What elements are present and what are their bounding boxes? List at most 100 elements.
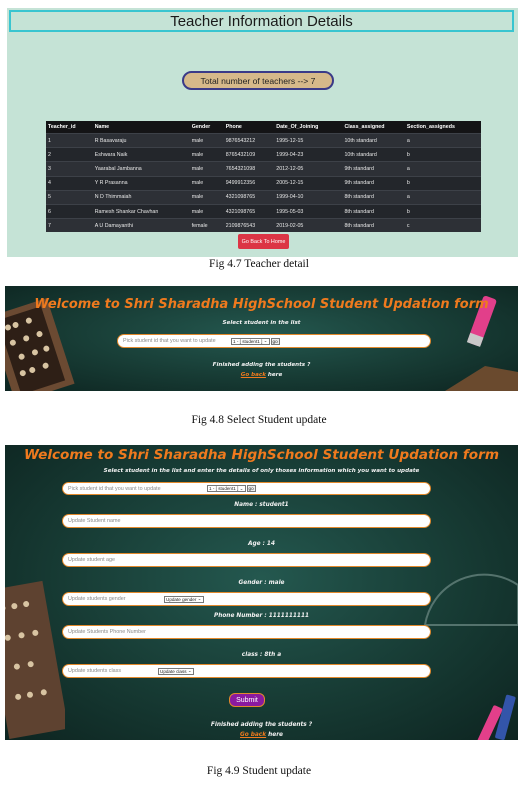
table-cell: 8th standard	[342, 189, 405, 205]
table-cell: 6	[46, 203, 93, 219]
go-back-home-button[interactable]: Go Back To Home	[238, 234, 289, 249]
go-back-link[interactable]: Go back	[241, 372, 266, 378]
student-select[interactable]: 1 - [ student1 ] ⌄	[207, 485, 246, 492]
table-header-row: Teacher_id Name Gender Phone Date_Of_Joining…	[46, 121, 481, 134]
table-cell: 2109876543	[223, 218, 275, 233]
column-header: Date_Of_Joining	[274, 121, 343, 134]
class-label: class : 8th a	[241, 652, 282, 658]
form-title: Welcome to Shri Sharadha HighSchool Stud…	[34, 297, 489, 312]
table-cell: male	[189, 203, 224, 219]
student-id-picker[interactable]: Pick student id that you want to update …	[117, 334, 431, 348]
student-select-value: 1 - [ student1 ]	[209, 486, 239, 491]
table-cell: male	[189, 175, 224, 191]
table-cell: 1995-12-15	[274, 132, 343, 148]
finished-text: Finished adding the students ?	[212, 362, 311, 368]
class-select[interactable]: Update class ⌄	[158, 667, 194, 675]
go-button[interactable]: go	[246, 485, 256, 492]
table-cell: b	[404, 175, 481, 191]
column-header: Class_assigned	[342, 121, 405, 134]
table-cell: 10th standard	[342, 132, 405, 148]
table-cell: 7654321098	[223, 161, 275, 177]
table-row: 4Y R Prasanna male 9499912356 2005-12-15 9th…	[46, 175, 481, 191]
go-back-line: Go back here	[5, 732, 518, 738]
table-cell: female	[189, 218, 224, 233]
table-cell: Y R Prasanna	[92, 175, 190, 191]
table-cell: 5	[46, 189, 93, 205]
student-name-input[interactable]: Update Student name	[62, 514, 431, 528]
table-cell: 1995-05-03	[274, 203, 343, 219]
gender-select-value: Update gender	[166, 596, 197, 602]
table-cell: Eshwara Naik	[92, 147, 190, 162]
table-cell: 8765432109	[223, 147, 275, 162]
table-cell: 3	[46, 161, 93, 177]
column-header: Name	[92, 121, 190, 134]
column-header: Phone	[223, 121, 275, 134]
instruction-text: Select student in the list	[222, 320, 301, 326]
table-cell: a	[404, 161, 481, 177]
table-cell: 1999-04-10	[274, 189, 343, 205]
column-header: Teacher_id	[46, 121, 93, 134]
table-cell: a	[404, 132, 481, 148]
age-placeholder: Update student age	[68, 557, 116, 563]
student-class-field[interactable]: Update students class Update class ⌄	[62, 664, 431, 678]
class-placeholder: Update students class	[68, 668, 122, 674]
table-row: 2 Eshwara Naik male 8765432109 1999-04-23 10t…	[46, 147, 481, 162]
go-button[interactable]: go	[270, 337, 280, 345]
table-cell: male	[189, 132, 224, 148]
student-age-input[interactable]: Update student age	[62, 553, 431, 567]
picker-placeholder: Pick student id that you want to update	[123, 338, 216, 344]
student-select[interactable]: 1 - [ student1 ] ⌄	[231, 337, 270, 345]
table-row: 6 Ramesh Shankar Chavhan male 4321098765 199…	[46, 203, 481, 219]
go-back-link[interactable]: Go back	[240, 732, 266, 738]
table-row: 5N D Thimmaiah male 4321098765 1999-04-10 8t…	[46, 189, 481, 205]
table-cell: 9876543212	[223, 132, 275, 148]
table-cell: male	[189, 147, 224, 162]
student-id-picker[interactable]: Pick student id that you want to update …	[62, 482, 431, 495]
class-select-value: Update class	[160, 668, 187, 674]
figure-caption: Fig 4.9 Student update	[206, 765, 312, 777]
table-row: 7A U Damayanthi female 2109876543 2019-02-0…	[46, 218, 481, 233]
gender-select[interactable]: Update gender ⌄	[164, 595, 204, 603]
table-cell: a	[404, 189, 481, 205]
phone-placeholder: Update Students Phone Number	[68, 629, 146, 635]
form-title: Welcome to Shri Sharadha HighSchool Stud…	[23, 447, 500, 463]
table-cell: Yaarabal Jambanna	[92, 161, 190, 177]
table-cell: 9499912356	[223, 175, 275, 191]
table-cell: 2005-12-15	[274, 175, 343, 191]
here-text: here	[267, 372, 283, 378]
table-cell: male	[189, 189, 224, 205]
table-cell: A U Damayanthi	[92, 218, 190, 233]
gender-placeholder: Update students gender	[68, 596, 126, 602]
column-header: Gender	[189, 121, 224, 134]
table-cell: male	[189, 161, 224, 177]
table-cell: 1	[46, 132, 93, 148]
table-cell: 7	[46, 218, 93, 233]
table-cell: 2012-12-05	[274, 161, 343, 177]
here-text: here	[268, 732, 283, 738]
table-cell: 2019-02-05	[274, 218, 343, 233]
table-cell: N D Thimmaiah	[92, 189, 190, 205]
table-cell: Ramesh Shankar Chavhan	[92, 203, 190, 219]
teacher-table: Teacher_id Name Gender Phone Date_Of_Joining…	[46, 121, 481, 233]
table-cell: 8th standard	[342, 203, 405, 219]
figure-caption: Fig 4.8 Select Student update	[191, 414, 327, 426]
table-row: 1R Basavaraju male 9876543212 1995-12-15 10t…	[46, 132, 481, 148]
table-cell: c	[404, 218, 481, 233]
table-cell: b	[404, 147, 481, 162]
table-cell: 1999-04-23	[274, 147, 343, 162]
phone-label: Phone Number : 1111111111	[213, 613, 310, 619]
table-cell: R Basavaraju	[92, 132, 190, 148]
teacher-details-screenshot: Teacher Information Details Total number…	[7, 8, 518, 257]
student-select-value: 1 - [ student1 ]	[233, 338, 263, 344]
student-phone-input[interactable]: Update Students Phone Number	[62, 625, 431, 639]
submit-button[interactable]: Submit	[229, 693, 265, 707]
table-cell: 8th standard	[342, 218, 405, 233]
teacher-count-badge: Total number of teachers --> 7	[182, 71, 334, 90]
table-cell: 4321098765	[223, 189, 275, 205]
table-cell: 4	[46, 175, 93, 191]
table-cell: 4321098765	[223, 203, 275, 219]
student-gender-field[interactable]: Update students gender Update gender ⌄	[62, 592, 431, 606]
name-label: Name : student1	[234, 502, 289, 508]
table-row: 3 Yaarabal Jambanna male 7654321098 2012-12-…	[46, 161, 481, 177]
student-update-screenshot: Welcome to Shri Sharadha HighSchool Stud…	[5, 445, 518, 740]
